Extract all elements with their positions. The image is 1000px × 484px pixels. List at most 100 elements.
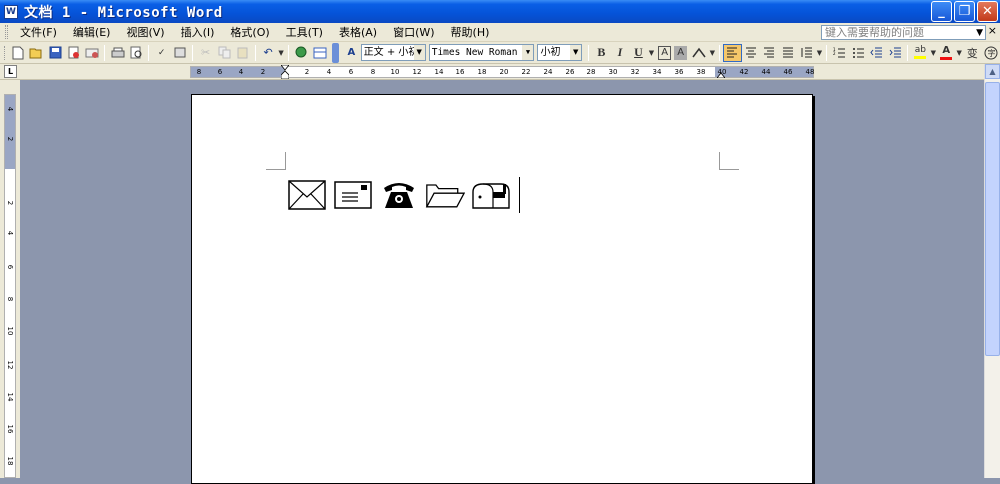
vertical-scrollbar[interactable]: ▲ — [984, 64, 1000, 478]
styles-pane-icon[interactable]: A — [342, 44, 361, 62]
chevron-down-icon[interactable]: ▼ — [413, 45, 425, 60]
font-size-select[interactable]: 小初 ▼ — [537, 44, 583, 61]
bold-button[interactable]: B — [592, 44, 611, 62]
hyperlink-icon[interactable] — [292, 44, 311, 62]
title-bar: W 文档 1 - Microsoft Word _ ❐ ✕ — [0, 0, 1000, 23]
menu-view[interactable]: 视图(V) — [118, 24, 172, 40]
help-search-input[interactable]: 键入需要帮助的问题 ▼ — [821, 25, 986, 40]
margin-corner-top-left — [266, 152, 286, 170]
menu-table[interactable]: 表格(A) — [331, 24, 385, 40]
menu-tools[interactable]: 工具(T) — [278, 24, 331, 40]
font-color-dropdown-icon[interactable]: ▼ — [956, 44, 963, 62]
menu-window[interactable]: 窗口(W) — [385, 24, 442, 40]
indent-marker-icon[interactable] — [281, 65, 289, 79]
horizontal-ruler[interactable]: 8 6 4 2 2 4 6 8 10 12 14 16 18 20 22 24 … — [190, 65, 814, 79]
undo-icon[interactable]: ↶ — [259, 44, 278, 62]
print-icon[interactable] — [108, 44, 127, 62]
close-document-icon[interactable]: × — [988, 24, 997, 37]
tables-borders-icon[interactable] — [310, 44, 329, 62]
menu-help[interactable]: 帮助(H) — [443, 24, 498, 40]
margin-corner-top-right — [719, 152, 739, 170]
scroll-thumb[interactable] — [985, 82, 1000, 356]
envelope-icon[interactable] — [287, 178, 327, 212]
print-preview-icon[interactable] — [127, 44, 146, 62]
line-spacing-dropdown-icon[interactable]: ▼ — [816, 44, 823, 62]
italic-button[interactable]: I — [611, 44, 630, 62]
highlight-dropdown-icon[interactable]: ▼ — [930, 44, 937, 62]
minimize-button[interactable]: _ — [931, 1, 952, 22]
chevron-down-icon[interactable]: ▼ — [522, 45, 534, 60]
open-icon[interactable] — [27, 44, 46, 62]
toolbar-separator — [826, 44, 828, 61]
symbol-line[interactable] — [287, 177, 520, 213]
decrease-indent-icon[interactable] — [867, 44, 886, 62]
restore-button[interactable]: ❐ — [954, 1, 975, 22]
char-scale-icon[interactable] — [690, 44, 709, 62]
ruler-number: 22 — [521, 68, 531, 76]
char-border-button[interactable]: A — [658, 45, 672, 60]
research-icon[interactable] — [171, 44, 190, 62]
align-right-button[interactable] — [760, 44, 779, 62]
paste-icon[interactable] — [233, 44, 252, 62]
toolbar-separator — [287, 44, 289, 61]
ruler-number: 18 — [477, 68, 487, 76]
justify-button[interactable] — [779, 44, 798, 62]
char-shading-button[interactable]: A — [674, 45, 688, 60]
highlight-icon[interactable]: ab — [911, 44, 930, 62]
vertical-ruler[interactable]: 4 2 2 4 6 8 10 12 14 16 18 — [4, 94, 16, 478]
bullets-icon[interactable] — [849, 44, 868, 62]
postcard-icon[interactable] — [333, 178, 373, 212]
menu-file[interactable]: 文件(F) — [12, 24, 65, 40]
toolbar-separator — [254, 44, 256, 61]
ruler-number: 18 — [6, 456, 14, 466]
font-color-icon[interactable]: A — [937, 44, 956, 62]
help-dropdown-icon[interactable]: ▼ — [976, 27, 983, 40]
increase-indent-icon[interactable] — [886, 44, 905, 62]
new-doc-icon[interactable] — [9, 44, 28, 62]
toolbar-options-icon[interactable] — [331, 42, 340, 63]
right-indent-marker-icon[interactable] — [717, 71, 725, 78]
toolbar-grip[interactable] — [4, 45, 7, 60]
style-select-value: 正文 + 小初 — [363, 47, 419, 58]
char-scale-dropdown-icon[interactable]: ▼ — [709, 44, 716, 62]
spelling-icon[interactable]: ✓ — [152, 44, 171, 62]
help-placeholder: 键入需要帮助的问题 — [825, 26, 924, 39]
ruler-number: 4 — [6, 230, 14, 236]
open-folder-icon[interactable] — [425, 178, 465, 212]
phonetic-guide-button[interactable]: 变 — [963, 44, 982, 62]
email-icon[interactable] — [83, 44, 102, 62]
menu-edit[interactable]: 编辑(E) — [65, 24, 119, 40]
ruler-number: 10 — [6, 326, 14, 336]
style-select[interactable]: 正文 + 小初 ▼ — [360, 44, 426, 61]
ruler-number: 8 — [6, 296, 14, 302]
tab-selector[interactable]: L — [4, 65, 17, 78]
align-left-button[interactable] — [723, 43, 742, 62]
copy-icon[interactable] — [215, 44, 234, 62]
word-doc-icon[interactable]: W — [4, 4, 18, 19]
cut-icon[interactable]: ✂ — [196, 44, 215, 62]
permission-icon[interactable] — [64, 44, 83, 62]
scroll-up-icon[interactable]: ▲ — [985, 64, 1000, 79]
chevron-down-icon[interactable]: ▼ — [570, 45, 582, 60]
enclose-char-icon[interactable]: 字 — [981, 44, 1000, 62]
ruler-number: 30 — [608, 68, 618, 76]
document-page[interactable] — [191, 94, 813, 484]
save-icon[interactable] — [46, 44, 65, 62]
menu-grip[interactable] — [5, 25, 8, 39]
menu-format[interactable]: 格式(O) — [222, 24, 277, 40]
align-center-button[interactable] — [742, 44, 761, 62]
ruler-number: 14 — [6, 392, 14, 402]
telephone-icon[interactable] — [379, 178, 419, 212]
ruler-number: 8 — [196, 68, 202, 76]
ruler-number: 2 — [304, 68, 310, 76]
underline-dropdown-icon[interactable]: ▼ — [648, 44, 655, 62]
line-spacing-icon[interactable] — [797, 44, 816, 62]
undo-dropdown-icon[interactable]: ▼ — [277, 44, 284, 62]
mailbox-icon[interactable] — [471, 178, 511, 212]
numbering-icon[interactable]: 12 — [830, 44, 849, 62]
ruler-number: 16 — [455, 68, 465, 76]
font-select[interactable]: Times New Roman ▼ — [428, 44, 535, 61]
close-button[interactable]: ✕ — [977, 1, 998, 22]
underline-button[interactable]: U — [629, 44, 648, 62]
menu-insert[interactable]: 插入(I) — [173, 24, 223, 40]
